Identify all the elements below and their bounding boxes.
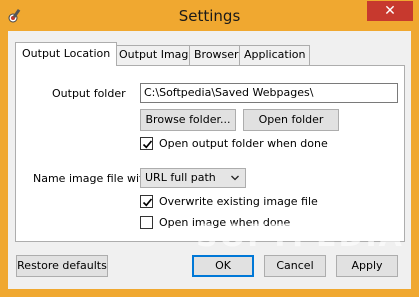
close-icon: ✕	[384, 3, 396, 19]
overwrite-existing-checkbox[interactable]: Overwrite existing image file	[140, 194, 320, 210]
tab-browser[interactable]: Browser	[189, 45, 244, 65]
checkbox-label: Overwrite existing image file	[159, 195, 318, 208]
chevron-down-icon	[231, 175, 239, 181]
checkbox-box[interactable]	[140, 216, 153, 229]
open-folder-when-done-checkbox[interactable]: Open output folder when done	[140, 136, 328, 152]
title-bar[interactable]: Settings ✕	[0, 0, 419, 31]
close-button[interactable]: ✕	[367, 1, 413, 21]
tab-application[interactable]: Application	[239, 45, 311, 65]
output-location-panel: Output folder C:\Softpedia\Saved Webpage…	[15, 65, 405, 242]
select-value: URL full path	[145, 171, 216, 184]
softpedia-watermark: SOFTPEDIA	[196, 219, 404, 254]
output-folder-label: Output folder	[52, 87, 126, 100]
checkmark-icon	[142, 198, 153, 207]
name-image-file-label: Name image file with	[33, 172, 151, 185]
restore-defaults-button[interactable]: Restore defaults	[16, 255, 108, 277]
settings-window: Settings ✕ Output Location Output Image …	[0, 0, 419, 297]
name-image-file-select[interactable]: URL full path	[140, 168, 246, 188]
tab-output-location[interactable]: Output Location	[15, 42, 118, 66]
checkbox-box[interactable]	[140, 195, 153, 208]
checkbox-box[interactable]	[140, 137, 153, 150]
browse-folder-button[interactable]: Browse folder...	[140, 109, 236, 131]
cancel-button[interactable]: Cancel	[264, 255, 326, 277]
ok-button[interactable]: OK	[192, 255, 254, 277]
apply-button[interactable]: Apply	[336, 255, 398, 277]
open-folder-button[interactable]: Open folder	[243, 109, 339, 131]
output-folder-input[interactable]: C:\Softpedia\Saved Webpages\	[140, 83, 398, 103]
checkbox-label: Open output folder when done	[159, 137, 328, 150]
checkmark-icon	[142, 140, 153, 149]
tab-output-image[interactable]: Output Image	[114, 45, 201, 65]
window-title: Settings	[178, 7, 241, 25]
